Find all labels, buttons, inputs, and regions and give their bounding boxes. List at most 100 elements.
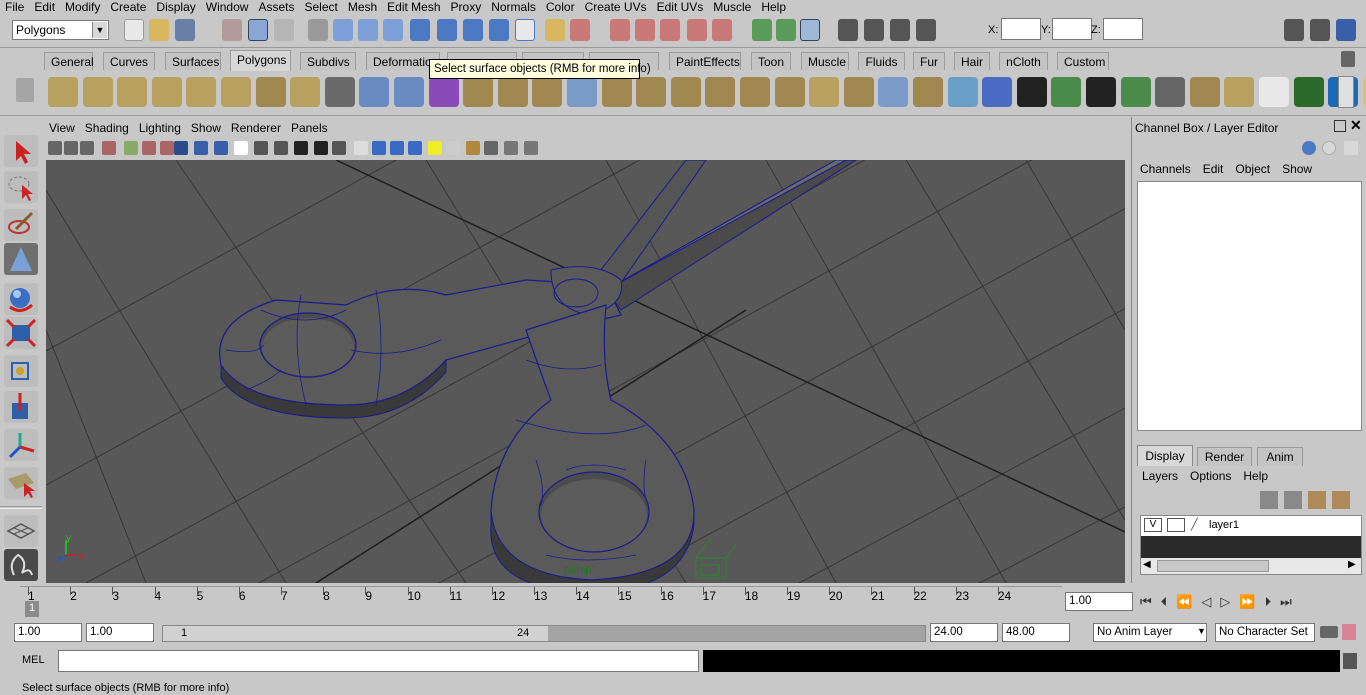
hyper-icon[interactable] (1344, 141, 1358, 155)
new-layer-icon[interactable] (1260, 491, 1278, 509)
time-ruler[interactable]: 1 2 3 4 5 6 7 8 9 10 11 12 13 14 15 16 17 18 19 20 21 22 23 24 … (20, 586, 1062, 617)
sphere-tool-icon[interactable] (4, 283, 38, 315)
freeze-icon[interactable] (1224, 77, 1255, 107)
bevel-icon[interactable] (636, 77, 667, 107)
tab-anim[interactable]: Anim (1257, 447, 1303, 466)
panel-menu-view[interactable]: View (44, 121, 80, 135)
menu-create[interactable]: Create (105, 0, 151, 14)
select-tool-icon[interactable] (4, 135, 38, 167)
hypershade-icon[interactable] (687, 19, 707, 41)
edit-menu[interactable]: Edit (1203, 162, 1224, 176)
move-tool-icon[interactable] (4, 391, 38, 423)
play-backward-icon[interactable]: ◁ (1201, 594, 1211, 610)
uv-project-icon[interactable] (1051, 77, 1082, 107)
default-light-icon[interactable] (390, 141, 404, 155)
attribute-editor-icon[interactable] (838, 19, 858, 41)
triangulate-icon[interactable] (947, 77, 978, 107)
character-set-field[interactable]: No Character Set (1215, 623, 1315, 642)
uv-layout-icon[interactable] (1086, 77, 1116, 107)
mel-input[interactable] (58, 650, 699, 672)
shade-all-icon[interactable] (354, 141, 368, 155)
anim-start-field[interactable]: 1.00 (14, 623, 82, 642)
step-back-icon[interactable]: ⏴ (1161, 594, 1168, 610)
chevron-down-icon[interactable]: ▼ (1197, 626, 1206, 636)
tab-render[interactable]: Render (1197, 447, 1252, 466)
pipe-icon[interactable] (290, 77, 321, 107)
camera-attributes-icon[interactable] (64, 141, 78, 155)
input-ops-icon[interactable] (463, 19, 483, 41)
merge-icon[interactable] (740, 77, 770, 107)
attribute-toggle-icon[interactable] (1310, 19, 1330, 41)
go-to-start-icon[interactable]: ⏮ (1140, 594, 1152, 610)
snap-view-plane-icon[interactable] (410, 19, 430, 41)
ipr-render-icon[interactable] (635, 19, 655, 41)
help-question-icon[interactable] (515, 19, 535, 41)
flat-light-icon[interactable] (428, 141, 442, 155)
speed-icon[interactable] (1322, 141, 1336, 155)
symmetry-icon[interactable] (570, 19, 590, 41)
open-scene-icon[interactable] (149, 19, 169, 41)
isolate-icon[interactable] (294, 141, 308, 155)
checker-icon[interactable] (1016, 77, 1047, 107)
trash-icon[interactable] (1341, 51, 1355, 67)
soft-select-icon[interactable] (545, 19, 565, 41)
channels-menu[interactable]: Channels (1140, 162, 1191, 176)
cube-icon[interactable] (82, 77, 113, 107)
perspective-viewport[interactable]: persp y x z (46, 160, 1125, 583)
channel-list[interactable] (1137, 181, 1362, 431)
bridge-faces-icon[interactable] (843, 77, 874, 107)
reduce-icon[interactable] (913, 77, 943, 107)
key-icon[interactable] (1320, 626, 1338, 638)
range-slider-handle[interactable] (163, 626, 548, 641)
resolution-gate-icon[interactable] (160, 141, 174, 155)
layer-scrollbar[interactable]: ◀ ▶ (1141, 558, 1361, 574)
menu-select[interactable]: Select (299, 0, 342, 14)
preferences-icon[interactable] (1342, 624, 1356, 640)
soccer-ball-icon[interactable] (324, 77, 355, 107)
wireframe-on-shaded-icon[interactable] (332, 141, 346, 155)
film-gate-icon[interactable] (142, 141, 156, 155)
render-settings-icon[interactable] (660, 19, 680, 41)
use-lights-icon[interactable] (234, 141, 248, 155)
layer-options-icon[interactable] (1308, 491, 1326, 509)
show-menu[interactable]: Show (1282, 162, 1312, 176)
z-field[interactable] (1103, 18, 1143, 40)
smooth-shade-icon[interactable] (194, 141, 208, 155)
delete-edge-icon[interactable] (809, 77, 840, 107)
backface-icon[interactable] (504, 141, 518, 155)
playback-end-field[interactable]: 24.00 (930, 623, 998, 642)
float-panel-icon[interactable] (1334, 120, 1346, 132)
playback-start-field[interactable]: 1.00 (86, 623, 154, 642)
scroll-thumb[interactable] (1157, 560, 1269, 572)
viewport-scene[interactable]: persp y x z (46, 160, 1125, 583)
center-pivot-icon[interactable] (1293, 77, 1324, 107)
smooth-icon[interactable] (428, 77, 459, 107)
new-layer-selected-icon[interactable] (1284, 491, 1302, 509)
hi-quality-icon[interactable] (446, 141, 460, 155)
menu-set-dropdown[interactable]: Polygons ▼ (12, 20, 109, 40)
close-icon[interactable]: ✕ (1350, 117, 1362, 134)
all-lights-icon[interactable] (408, 141, 422, 155)
menu-edit-mesh[interactable]: Edit Mesh (382, 0, 445, 14)
menu-help[interactable]: Help (756, 0, 791, 14)
wedge-icon[interactable] (705, 77, 736, 107)
manip-icon[interactable] (1302, 141, 1316, 155)
time-slider[interactable]: 1 2 3 4 5 6 7 8 9 10 11 12 13 14 15 16 17 18 19 20 21 22 23 24 … (0, 584, 1366, 620)
uv-unfold-icon[interactable] (1120, 77, 1151, 107)
snap-point-icon[interactable] (383, 19, 403, 41)
tool-settings-icon[interactable] (864, 19, 884, 41)
play-forward-icon[interactable]: ▷ (1220, 594, 1230, 610)
outliner-layout-icon[interactable] (4, 549, 38, 581)
step-forward-icon[interactable]: ⏵ (1265, 594, 1272, 610)
menu-normals[interactable]: Normals (486, 0, 541, 14)
channel-box-toggle-icon[interactable] (1284, 19, 1304, 41)
menu-muscle[interactable]: Muscle (708, 0, 756, 14)
input-line-icon[interactable] (752, 19, 772, 41)
cone-icon[interactable] (151, 77, 182, 107)
clapper-icon[interactable] (890, 19, 910, 41)
layer-row[interactable]: V ╱ layer1 (1141, 516, 1361, 536)
bridge-icon[interactable] (532, 77, 563, 107)
shelf-menu-icon[interactable] (16, 78, 34, 102)
camera-object[interactable] (695, 537, 737, 579)
image-plane-icon[interactable] (102, 141, 116, 155)
